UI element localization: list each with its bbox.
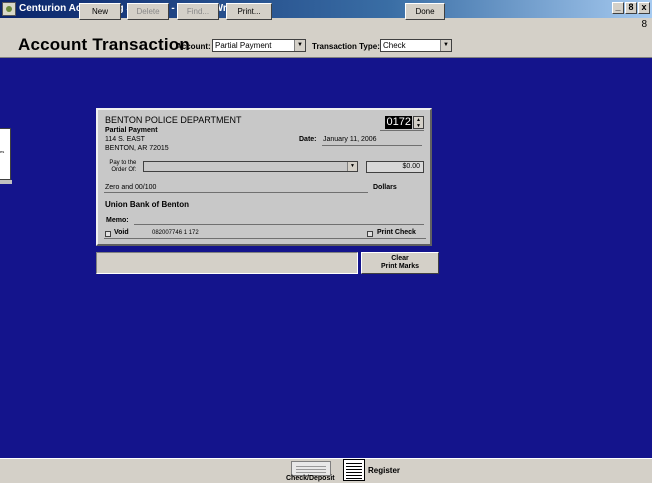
transaction-type-value: Check: [383, 41, 406, 50]
micr-line: 082007746 1 172: [152, 230, 199, 236]
account-select[interactable]: Partial Payment ▼: [212, 39, 306, 52]
menu-row: 8: [0, 18, 652, 32]
page-title: Account Transaction: [18, 35, 190, 54]
find-button[interactable]: Find...: [177, 3, 219, 20]
close-button[interactable]: x: [638, 2, 650, 14]
register-label[interactable]: Register: [368, 466, 400, 475]
memo-label: Memo:: [106, 217, 129, 224]
transaction-type-select[interactable]: Check ▼: [380, 39, 452, 52]
account-value: Partial Payment: [215, 41, 272, 50]
date-field[interactable]: January 11, 2006: [323, 136, 377, 143]
window-controls: _ 8 x: [612, 2, 650, 14]
new-button[interactable]: New: [79, 3, 121, 20]
spinner-icon[interactable]: ▲ ▼: [413, 116, 424, 129]
amount-in-words: Zero and 00/100: [105, 184, 157, 191]
chevron-down-icon[interactable]: ▼: [294, 40, 305, 51]
check-form: BENTON POLICE DEPARTMENT Partial Payment…: [96, 108, 432, 246]
header: Account Transaction Account: Partial Pay…: [0, 32, 652, 58]
status-bar: [96, 252, 358, 274]
check-deposit-icon[interactable]: [291, 461, 331, 476]
date-label: Date:: [299, 136, 317, 143]
print-check-checkbox[interactable]: [367, 231, 373, 237]
delete-button[interactable]: Delete: [127, 3, 169, 20]
payer-address-line2: BENTON, AR 72015: [105, 145, 169, 152]
payee-select[interactable]: ▼: [143, 161, 358, 172]
payer-subtitle: Partial Payment: [105, 127, 158, 134]
divider: [104, 192, 368, 193]
bank-name: Union Bank of Benton: [105, 200, 189, 209]
check-deposit-label[interactable]: Check/Deposit: [286, 475, 335, 482]
divider: [104, 238, 426, 239]
void-label: Void: [114, 229, 129, 236]
print-button[interactable]: Print...: [226, 3, 272, 20]
register-icon[interactable]: [343, 459, 365, 481]
account-label: Account:: [176, 42, 211, 51]
amount-field[interactable]: $0.00: [366, 161, 424, 173]
check-number-field[interactable]: 0172: [385, 116, 412, 129]
chevron-down-icon[interactable]: ▼: [347, 162, 357, 171]
divider: [380, 130, 424, 131]
payer-address-line1: 114 S. EAST: [105, 136, 145, 143]
payer-name: BENTON POLICE DEPARTMENT: [105, 115, 242, 125]
void-checkbox[interactable]: [105, 231, 111, 237]
dollars-label: Dollars: [373, 184, 397, 191]
app-icon[interactable]: [2, 2, 16, 16]
restore-button[interactable]: 8: [625, 2, 637, 14]
done-button[interactable]: Done: [405, 3, 445, 20]
print-check-label: Print Check: [377, 229, 416, 236]
chevron-down-icon[interactable]: ▼: [440, 40, 451, 51]
minimize-button[interactable]: _: [612, 2, 624, 14]
offscreen-window-fragment: es: [0, 128, 11, 180]
pay-to-label: Pay to the Order Of:: [109, 160, 137, 173]
divider: [322, 145, 422, 146]
child-restore-icon[interactable]: 8: [641, 19, 647, 30]
clear-print-marks-button[interactable]: Clear Print Marks: [361, 252, 439, 274]
divider: [134, 224, 424, 225]
transaction-type-label: Transaction Type:: [312, 42, 380, 51]
offscreen-window-fragment: [0, 180, 12, 184]
